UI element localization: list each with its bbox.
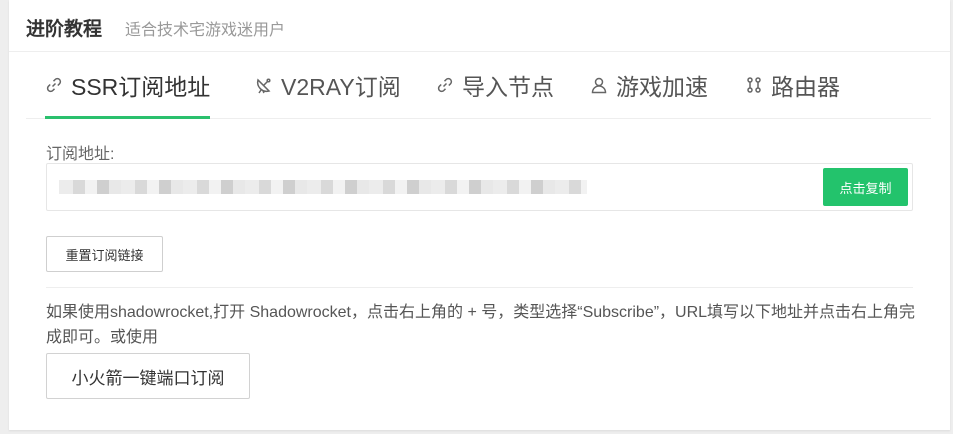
reset-subscription-button[interactable]: 重置订阅链接 (46, 236, 163, 272)
page-subtitle: 适合技术宅游戏迷用户 (125, 22, 286, 39)
router-icon (745, 76, 763, 94)
link-icon (45, 76, 63, 94)
card-header: 进阶教程 适合技术宅游戏迷用户 (9, 0, 950, 52)
instructions-text: 如果使用shadowrocket,打开 Shadowrocket，点击右上角的 … (46, 304, 916, 346)
copy-button[interactable]: 点击复制 (823, 168, 908, 206)
tab-label: 游戏加速 (616, 74, 708, 100)
tab-label: V2RAY订阅 (281, 74, 401, 100)
divider (46, 287, 913, 288)
tab-label: SSR订阅地址 (71, 74, 211, 100)
redacted-subscription-url (59, 180, 587, 194)
tab-label: 导入节点 (462, 74, 554, 100)
tab-router[interactable]: 路由器 (745, 52, 840, 118)
link-icon (436, 76, 454, 94)
subscription-address-field[interactable]: 点击复制 (46, 163, 913, 211)
user-icon (590, 76, 608, 94)
shadowrocket-subscribe-button[interactable]: 小火箭一键端口订阅 (46, 353, 250, 399)
tutorial-card: 进阶教程 适合技术宅游戏迷用户 SSR订阅地址 V2RAY订阅 导入节点 游戏加… (9, 0, 950, 430)
subscription-address-label: 订阅地址: (46, 146, 115, 163)
page-title: 进阶教程 (26, 19, 103, 40)
tab-ssr-subscription[interactable]: SSR订阅地址 (45, 52, 211, 119)
satellite-dish-icon (255, 76, 273, 94)
tab-label: 路由器 (771, 74, 840, 100)
tab-import-nodes[interactable]: 导入节点 (436, 52, 554, 118)
tab-v2ray-subscription[interactable]: V2RAY订阅 (255, 52, 401, 118)
tab-bar: SSR订阅地址 V2RAY订阅 导入节点 游戏加速 路由器 (26, 52, 931, 119)
tab-game-acceleration[interactable]: 游戏加速 (590, 52, 708, 118)
